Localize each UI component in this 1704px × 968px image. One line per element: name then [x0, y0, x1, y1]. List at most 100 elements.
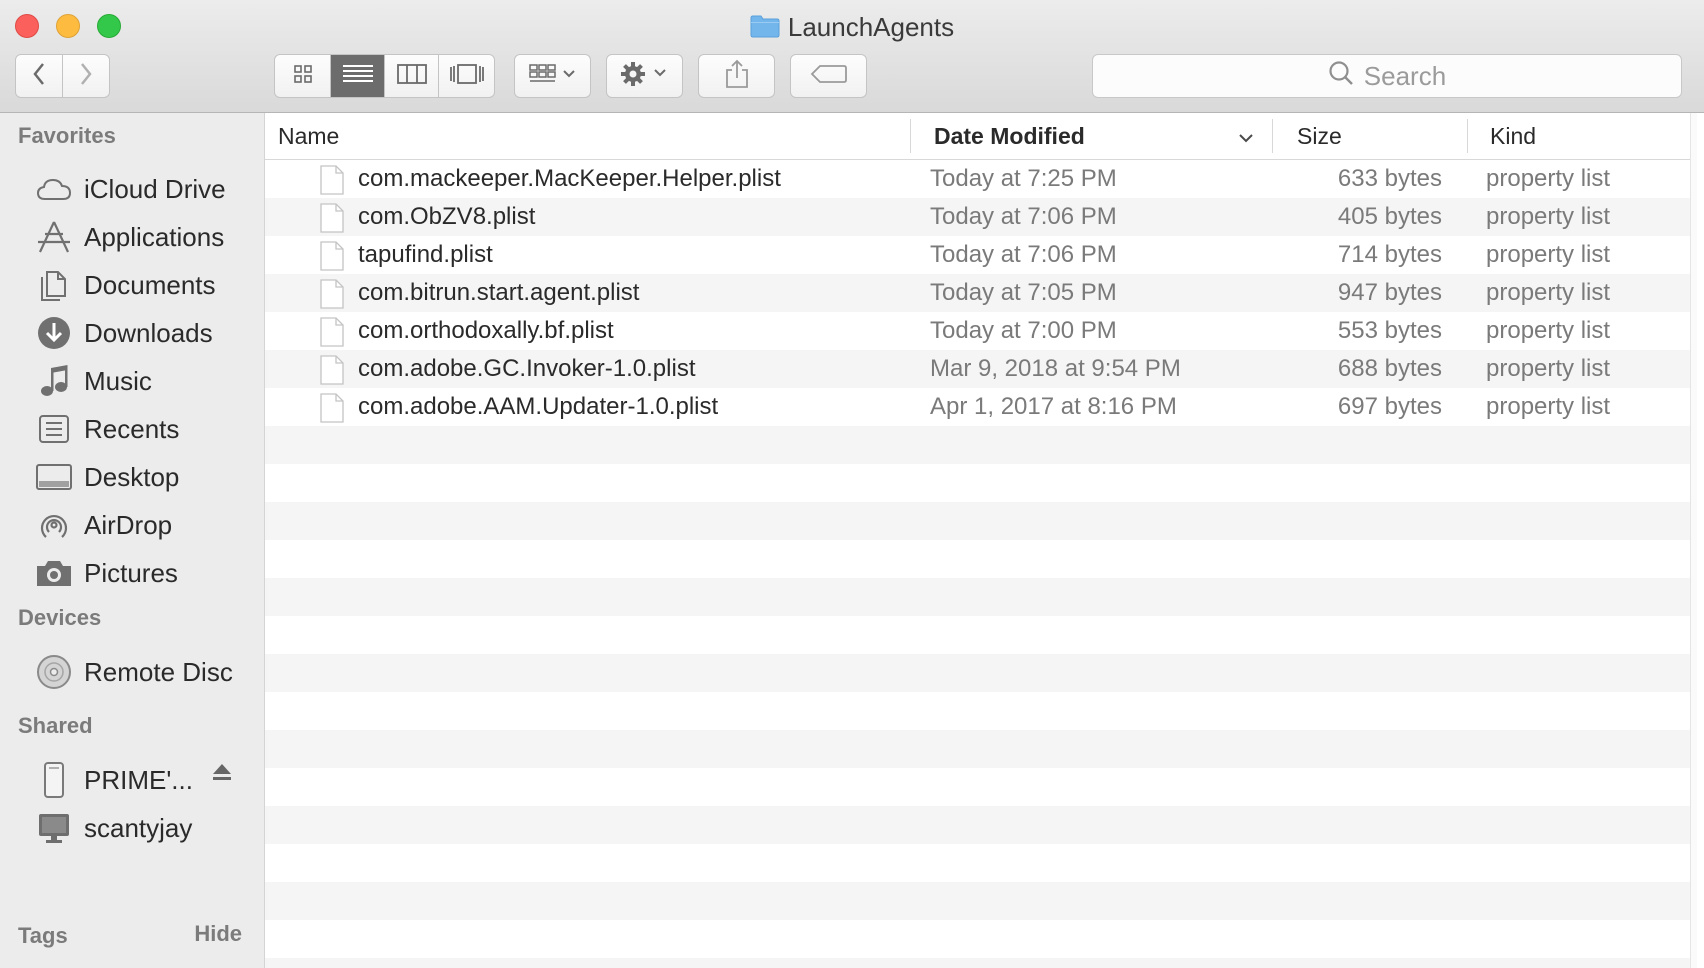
- window-title-text: LaunchAgents: [787, 12, 955, 42]
- sort-chevron-down-icon[interactable]: [1237, 113, 1255, 159]
- sidebar-item-remote-disc[interactable]: Remote Disc: [0, 648, 265, 696]
- share-button[interactable]: [698, 54, 775, 98]
- sidebar-item-label: iCloud Drive: [84, 173, 226, 204]
- file-size: 947 bytes: [1337, 279, 1442, 306]
- sidebar-item-icloud-drive[interactable]: iCloud Drive: [0, 165, 265, 213]
- action-button[interactable]: [606, 54, 683, 98]
- column-date-modified[interactable]: Date Modified: [934, 113, 1085, 159]
- sidebar-item-scantyjay[interactable]: scantyjay: [0, 804, 265, 852]
- empty-row: [265, 958, 1697, 968]
- disc-icon: [34, 652, 74, 692]
- column-divider[interactable]: [1467, 119, 1468, 153]
- sidebar-item-downloads[interactable]: Downloads: [0, 309, 265, 357]
- file-name: tapufind.plist: [358, 241, 493, 268]
- music-icon: [34, 361, 74, 401]
- cover-flow-view-button[interactable]: [439, 55, 494, 97]
- sidebar-item-label: Downloads: [84, 317, 213, 348]
- table-row[interactable]: com.adobe.AAM.Updater-1.0.plist Apr 1, 20…: [265, 388, 1697, 426]
- empty-row: [265, 540, 1697, 578]
- column-divider[interactable]: [910, 119, 911, 153]
- file-name: com.adobe.AAM.Updater-1.0.plist: [358, 393, 719, 420]
- eject-icon[interactable]: [212, 762, 232, 788]
- sidebar-item-label: PRIME'...: [84, 764, 193, 795]
- file-kind: property list: [1486, 203, 1611, 230]
- file-size: 405 bytes: [1337, 203, 1442, 230]
- file-date-modified: Apr 1, 2017 at 8:16 PM: [930, 393, 1177, 420]
- sidebar: Favorites iCloud Drive Applications Docu…: [0, 113, 265, 968]
- favorites-heading: Favorites: [18, 123, 116, 148]
- camera-icon: [34, 553, 74, 593]
- document-icon: [320, 393, 344, 428]
- document-icon: [320, 317, 344, 352]
- column-view-button[interactable]: [385, 55, 439, 97]
- scrollbar[interactable]: [1690, 113, 1697, 968]
- table-row[interactable]: com.ObZV8.plist Today at 7:06 PM 405 bytes…: [265, 198, 1697, 236]
- airdrop-icon: [34, 505, 74, 545]
- sidebar-item-label: Desktop: [84, 461, 180, 492]
- file-kind: property list: [1486, 393, 1611, 420]
- search-field[interactable]: Search: [1092, 54, 1682, 98]
- empty-row: [265, 578, 1697, 616]
- tag-icon: [810, 63, 848, 90]
- document-icon: [320, 165, 344, 200]
- view-mode-group: [274, 54, 495, 98]
- icon-view-button[interactable]: [275, 55, 331, 97]
- document-icon: [320, 355, 344, 390]
- empty-row: [265, 616, 1697, 654]
- document-icon: [320, 279, 344, 314]
- column-size[interactable]: Size: [1297, 113, 1342, 159]
- empty-row: [265, 426, 1697, 464]
- file-date-modified: Today at 7:05 PM: [930, 279, 1117, 306]
- sidebar-item-documents[interactable]: Documents: [0, 261, 265, 309]
- devices-heading: Devices: [18, 605, 102, 630]
- back-forward-group: [15, 54, 110, 98]
- tags-heading: Tags: [18, 923, 68, 948]
- table-row[interactable]: com.orthodoxally.bf.plist Today at 7:00 P…: [265, 312, 1697, 350]
- file-kind: property list: [1486, 317, 1611, 344]
- sidebar-item-desktop[interactable]: Desktop: [0, 453, 265, 501]
- empty-row: [265, 768, 1697, 806]
- empty-row: [265, 806, 1697, 844]
- file-kind: property list: [1486, 165, 1611, 192]
- table-row[interactable]: com.mackeeper.MacKeeper.Helper.plist Toda…: [265, 160, 1697, 198]
- group-icon: [528, 62, 577, 91]
- file-size: 697 bytes: [1337, 393, 1442, 420]
- file-name: com.mackeeper.MacKeeper.Helper.plist: [358, 165, 781, 192]
- desktop-icon: [34, 457, 74, 497]
- empty-row: [265, 844, 1697, 882]
- sidebar-item-label: Documents: [84, 269, 216, 300]
- search-icon: [1328, 60, 1364, 93]
- empty-row: [265, 654, 1697, 692]
- group-by-button[interactable]: [514, 54, 591, 98]
- sidebar-item-applications[interactable]: Applications: [0, 213, 265, 261]
- sidebar-item-airdrop[interactable]: AirDrop: [0, 501, 265, 549]
- list-view-button[interactable]: [331, 55, 385, 97]
- column-name[interactable]: Name: [278, 113, 339, 159]
- table-row[interactable]: com.bitrun.start.agent.plist Today at 7:0…: [265, 274, 1697, 312]
- file-list: Name Date Modified Size Kind com.mackeep…: [265, 113, 1697, 968]
- sidebar-item-pictures[interactable]: Pictures: [0, 549, 265, 597]
- file-date-modified: Today at 7:06 PM: [930, 241, 1117, 268]
- tags-button[interactable]: [790, 54, 867, 98]
- folder-icon: [750, 12, 780, 46]
- file-kind: property list: [1486, 279, 1611, 306]
- sidebar-item-label: scantyjay: [84, 812, 193, 843]
- chevron-right-icon: [79, 62, 93, 91]
- empty-row: [265, 502, 1697, 540]
- back-button[interactable]: [16, 55, 63, 97]
- sidebar-item-label: Recents: [84, 413, 180, 444]
- hide-tags-button[interactable]: Hide: [194, 921, 242, 947]
- file-size: 688 bytes: [1337, 355, 1442, 382]
- file-size: 633 bytes: [1337, 165, 1442, 192]
- sidebar-item-music[interactable]: Music: [0, 357, 265, 405]
- file-size: 714 bytes: [1337, 241, 1442, 268]
- empty-row: [265, 730, 1697, 768]
- table-row[interactable]: tapufind.plist Today at 7:06 PM 714 bytes p…: [265, 236, 1697, 274]
- column-divider[interactable]: [1272, 119, 1273, 153]
- server-icon: [34, 760, 74, 800]
- forward-button[interactable]: [63, 55, 109, 97]
- columns-icon: [396, 63, 427, 90]
- sidebar-item-recents[interactable]: Recents: [0, 405, 265, 453]
- column-kind[interactable]: Kind: [1490, 113, 1536, 159]
- table-row[interactable]: com.adobe.GC.Invoker-1.0.plist Mar 9, 201…: [265, 350, 1697, 388]
